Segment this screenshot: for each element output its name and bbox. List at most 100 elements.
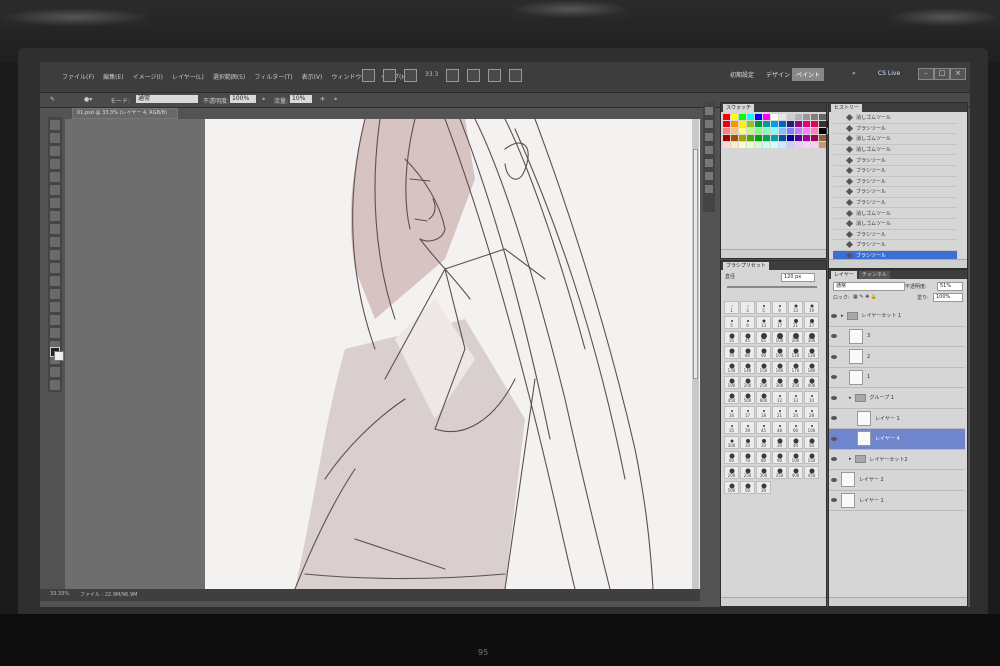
layer-row[interactable]: レイヤー 1 (829, 491, 965, 511)
visibility-eye-icon[interactable] (831, 416, 837, 421)
pressure-size-icon[interactable]: ⌖ (334, 96, 337, 104)
canvas-vertical-scrollbar[interactable] (692, 119, 699, 589)
layer-opacity-input[interactable]: 51% (937, 282, 963, 291)
brush-preset[interactable]: 9 (772, 301, 787, 314)
menu-item[interactable]: ファイル(F) (62, 72, 94, 81)
color-swatch[interactable] (723, 135, 730, 141)
airbrush-icon[interactable]: ✈ (320, 96, 325, 103)
expand-arrow-icon[interactable]: ▸ (849, 456, 852, 462)
brush-preset[interactable]: 150 (804, 451, 819, 464)
tab-brush-presets[interactable]: ブラシプリセット (723, 262, 769, 270)
menu-item[interactable]: 表示(V) (302, 72, 323, 81)
brush-preset[interactable]: 350 (772, 466, 787, 479)
minimize-button[interactable]: – (918, 68, 934, 80)
brush-preset[interactable]: 190 (724, 376, 739, 389)
brush-preset[interactable]: 3 (740, 301, 755, 314)
brush-preset[interactable]: 160 (772, 361, 787, 374)
brush-preset[interactable]: 14 (804, 391, 819, 404)
marquee-tool-icon[interactable] (50, 133, 60, 143)
color-swatch[interactable] (795, 135, 802, 141)
history-item[interactable]: 消しゴムツール (833, 145, 957, 156)
color-swatch[interactable] (819, 114, 826, 120)
opacity-input[interactable]: 100% (230, 95, 256, 103)
history-item[interactable]: 消しゴムツール (833, 134, 957, 145)
color-swatch[interactable] (731, 135, 738, 141)
color-swatch[interactable] (723, 128, 730, 134)
brush-preset[interactable]: 19 (804, 301, 819, 314)
brush-preset[interactable]: 300 (724, 436, 739, 449)
history-panel-icon[interactable] (705, 159, 713, 167)
color-swatch[interactable] (731, 128, 738, 134)
color-swatch[interactable] (779, 142, 786, 148)
color-swatch[interactable] (779, 135, 786, 141)
visibility-eye-icon[interactable] (831, 457, 837, 462)
path-select-tool-icon[interactable] (50, 328, 60, 338)
color-swatch[interactable] (819, 142, 826, 148)
layer-row[interactable]: 3 (829, 327, 965, 347)
brush-preset[interactable]: 130 (724, 361, 739, 374)
color-swatch[interactable] (803, 114, 810, 120)
bridge-icon[interactable] (362, 69, 375, 82)
dodge-tool-icon[interactable] (50, 289, 60, 299)
color-swatch[interactable] (787, 128, 794, 134)
layer-row[interactable]: レイヤー 1 (829, 409, 965, 429)
brush-preset[interactable]: 120 (804, 346, 819, 359)
color-swatch[interactable] (731, 114, 738, 120)
brush-preset[interactable]: 21 (772, 406, 787, 419)
color-swatch[interactable] (819, 121, 826, 127)
layer-row[interactable]: 2 (829, 347, 965, 368)
color-swatch[interactable] (779, 121, 786, 127)
color-swatch[interactable] (803, 121, 810, 127)
zoom-tool-icon[interactable] (467, 69, 481, 82)
visibility-eye-icon[interactable] (831, 477, 837, 482)
pen-tool-icon[interactable] (50, 302, 60, 312)
brush-preset[interactable]: 500 (724, 481, 739, 494)
brush-preset[interactable]: 30 (772, 436, 787, 449)
brush-preset[interactable]: 300 (772, 376, 787, 389)
color-swatch[interactable] (747, 142, 754, 148)
background-color[interactable] (54, 351, 64, 361)
color-swatch[interactable] (787, 114, 794, 120)
brush-preset[interactable]: 1 (724, 301, 739, 314)
move-tool-icon[interactable] (50, 120, 60, 130)
color-swatch[interactable] (747, 121, 754, 127)
color-swatch[interactable] (795, 142, 802, 148)
brush-preset[interactable]: 65 (756, 331, 771, 344)
history-item[interactable]: ブラシツール (833, 124, 957, 135)
color-swatch[interactable] (723, 121, 730, 127)
color-swatch[interactable] (795, 121, 802, 127)
brush-preset[interactable]: 400 (788, 466, 803, 479)
brush-preset[interactable]: 24 (788, 406, 803, 419)
visibility-eye-icon[interactable] (831, 354, 837, 359)
color-panel-icon[interactable] (705, 107, 713, 115)
clone-stamp-tool-icon[interactable] (50, 224, 60, 234)
zoom-level[interactable]: 33.3 (425, 71, 438, 82)
masks-panel-icon[interactable] (705, 146, 713, 154)
color-swatch[interactable] (779, 128, 786, 134)
flow-input[interactable]: 10% (290, 95, 312, 103)
mini-bridge-icon[interactable] (383, 69, 396, 82)
color-swatch[interactable] (795, 128, 802, 134)
swatches-panel-icon[interactable] (705, 120, 713, 128)
type-tool-icon[interactable] (50, 315, 60, 325)
layer-group-row[interactable]: ▸ レイヤーセット2 (829, 450, 965, 470)
color-swatch[interactable] (739, 128, 746, 134)
brush-tool-icon[interactable] (50, 211, 60, 221)
scrollbar-thumb[interactable] (693, 149, 698, 379)
brush-tool-icon[interactable]: ✎ (50, 96, 55, 103)
color-swatch[interactable] (763, 121, 770, 127)
brush-preset[interactable]: 17 (772, 316, 787, 329)
mode-select[interactable]: 通常 (136, 95, 198, 103)
brush-preset[interactable]: 27 (804, 316, 819, 329)
color-swatch[interactable] (787, 135, 794, 141)
menu-item[interactable]: 選択範囲(S) (213, 72, 246, 81)
brush-preset[interactable]: 35 (724, 331, 739, 344)
brush-preset[interactable]: 16 (724, 406, 739, 419)
brush-preset[interactable]: 13 (788, 391, 803, 404)
brush-preset[interactable]: 150 (756, 361, 771, 374)
color-swatch[interactable] (771, 142, 778, 148)
brush-preset[interactable]: 200 (788, 331, 803, 344)
color-swatch[interactable] (747, 114, 754, 120)
color-swatch[interactable] (739, 121, 746, 127)
brush-size-input[interactable]: 120 px (781, 273, 815, 282)
